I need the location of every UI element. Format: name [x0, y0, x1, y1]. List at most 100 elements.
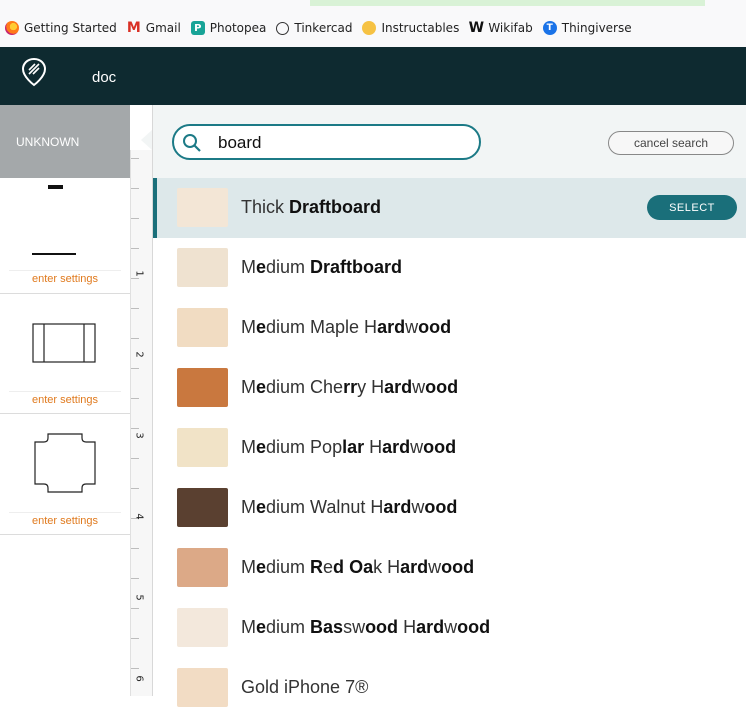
material-result-row[interactable]: Thick Draftboard SELECT	[153, 178, 746, 238]
match-highlight: e	[256, 257, 267, 277]
match-highlight: lar	[342, 437, 365, 457]
match-highlight: R	[310, 557, 324, 577]
match-highlight: ood	[423, 437, 457, 457]
match-highlight: ood	[441, 557, 475, 577]
search-box[interactable]	[172, 124, 481, 160]
name-text: dium	[266, 257, 311, 277]
glowforge-logo-icon[interactable]	[20, 57, 48, 87]
material-name: Medium Maple Hardwood	[241, 317, 451, 338]
bookmark-gmail[interactable]: M Gmail	[126, 20, 181, 36]
gmail-icon: M	[126, 20, 141, 36]
dropdown-pointer	[141, 130, 152, 150]
name-text: e	[323, 557, 334, 577]
material-result-row[interactable]: Medium Maple Hardwood	[153, 298, 746, 358]
match-highlight: e	[256, 377, 267, 397]
material-dropdown: cancel search Thick DraftboardSELECTMedi…	[152, 105, 746, 707]
match-highlight: Draft	[289, 197, 332, 217]
bookmark-getting-started[interactable]: Getting Started	[5, 21, 117, 35]
enter-settings-link[interactable]: enter settings	[9, 270, 121, 288]
material-swatch	[177, 248, 228, 287]
match-highlight: Oa	[349, 557, 374, 577]
enter-settings-link[interactable]: enter settings	[9, 391, 121, 409]
name-text: dium	[266, 557, 311, 577]
match-highlight: e	[256, 437, 267, 457]
name-text: dium Maple H	[266, 317, 378, 337]
app-header: doc	[0, 47, 746, 105]
ruler-tick	[131, 398, 139, 399]
material-name: Medium Draftboard	[241, 257, 402, 278]
bookmark-photopea[interactable]: P Photopea	[190, 21, 267, 35]
name-text: dium Po	[266, 437, 333, 457]
ruler-tick	[131, 188, 139, 189]
name-text: M	[241, 257, 256, 277]
name-text: w	[411, 497, 425, 517]
bookmark-wikifab[interactable]: W Wikifab	[468, 20, 533, 36]
match-highlight: ard	[377, 317, 406, 337]
bookmark-instructables[interactable]: Instructables	[362, 21, 459, 35]
select-button[interactable]: SELECT	[647, 195, 737, 220]
material-result-row[interactable]: Medium Basswood Hardwood	[153, 598, 746, 658]
material-result-row[interactable]: Medium Cherry Hardwood	[153, 358, 746, 418]
name-text: dium Che	[266, 377, 344, 397]
material-result-row[interactable]: Gold iPhone 7®	[153, 658, 746, 718]
search-input[interactable]	[216, 130, 470, 156]
ruler-number: 3	[133, 432, 145, 439]
material-result-row[interactable]: Medium Poplar Hardwood	[153, 418, 746, 478]
search-icon	[183, 134, 201, 152]
ruler-tick	[131, 668, 139, 669]
match-highlight: board	[331, 197, 382, 217]
material-result-row[interactable]: Medium Walnut Hardwood	[153, 478, 746, 538]
name-text: y H	[357, 377, 385, 397]
ruler-tick	[131, 548, 139, 549]
match-highlight: Bas	[310, 617, 344, 637]
match-highlight: Draft	[310, 257, 353, 277]
ruler-tick	[131, 428, 139, 429]
shape-card-rectangle[interactable]: enter settings	[0, 294, 130, 414]
name-text: p	[332, 437, 343, 457]
bookmark-label: Getting Started	[24, 21, 117, 35]
material-swatch	[177, 608, 228, 647]
name-text: H	[398, 617, 417, 637]
left-panel: UNKNOWN enter settings enter settings en…	[0, 105, 130, 696]
line-shape-icon	[32, 185, 76, 255]
match-highlight: e	[256, 317, 267, 337]
search-area: cancel search	[153, 105, 746, 178]
match-highlight: e	[256, 557, 267, 577]
ruler-tick	[131, 278, 139, 279]
shape-card-rounded[interactable]: enter settings	[0, 414, 130, 535]
match-highlight: ood	[457, 617, 491, 637]
ruler-tick	[131, 218, 139, 219]
bookmark-label: Tinkercad	[294, 21, 353, 35]
rounded-shape-icon	[34, 433, 96, 493]
ruler-number: 1	[133, 270, 145, 277]
enter-settings-link[interactable]: enter settings	[9, 512, 121, 530]
match-highlight: ood	[365, 617, 399, 637]
material-swatch	[177, 428, 228, 467]
cancel-search-button[interactable]: cancel search	[608, 131, 734, 155]
name-text: M	[241, 317, 256, 337]
bookmark-label: Wikifab	[488, 21, 533, 35]
bookmark-label: Instructables	[381, 21, 460, 35]
name-text: M	[241, 437, 256, 457]
bookmark-thingiverse[interactable]: T Thingiverse	[542, 21, 632, 35]
shape-card-line[interactable]: enter settings	[0, 178, 130, 294]
bookmarks-bar: Getting Started M Gmail P Photopea Tinkercad I…	[0, 0, 746, 48]
bookmark-label: Photopea	[209, 21, 267, 35]
material-result-row[interactable]: Medium Red Oak Hardwood	[153, 538, 746, 598]
document-title[interactable]: doc	[92, 69, 116, 86]
material-result-row[interactable]: Medium Draftboard	[153, 238, 746, 298]
material-swatch	[177, 308, 228, 347]
ruler-tick	[131, 488, 139, 489]
instructables-icon	[362, 21, 377, 35]
match-highlight: ard	[382, 437, 411, 457]
material-tab[interactable]: UNKNOWN	[0, 105, 130, 178]
results-list: Thick Draftboard SELECT Medium Draftboard M…	[153, 178, 746, 718]
tinkercad-icon	[276, 21, 290, 35]
material-swatch	[177, 488, 228, 527]
name-text: w	[405, 317, 419, 337]
material-name: Medium Poplar Hardwood	[241, 437, 456, 458]
bookmark-tinkercad[interactable]: Tinkercad	[276, 21, 352, 35]
wikifab-icon: W	[468, 20, 485, 36]
ruler-number: 4	[133, 513, 145, 520]
match-highlight: rr	[343, 377, 358, 397]
